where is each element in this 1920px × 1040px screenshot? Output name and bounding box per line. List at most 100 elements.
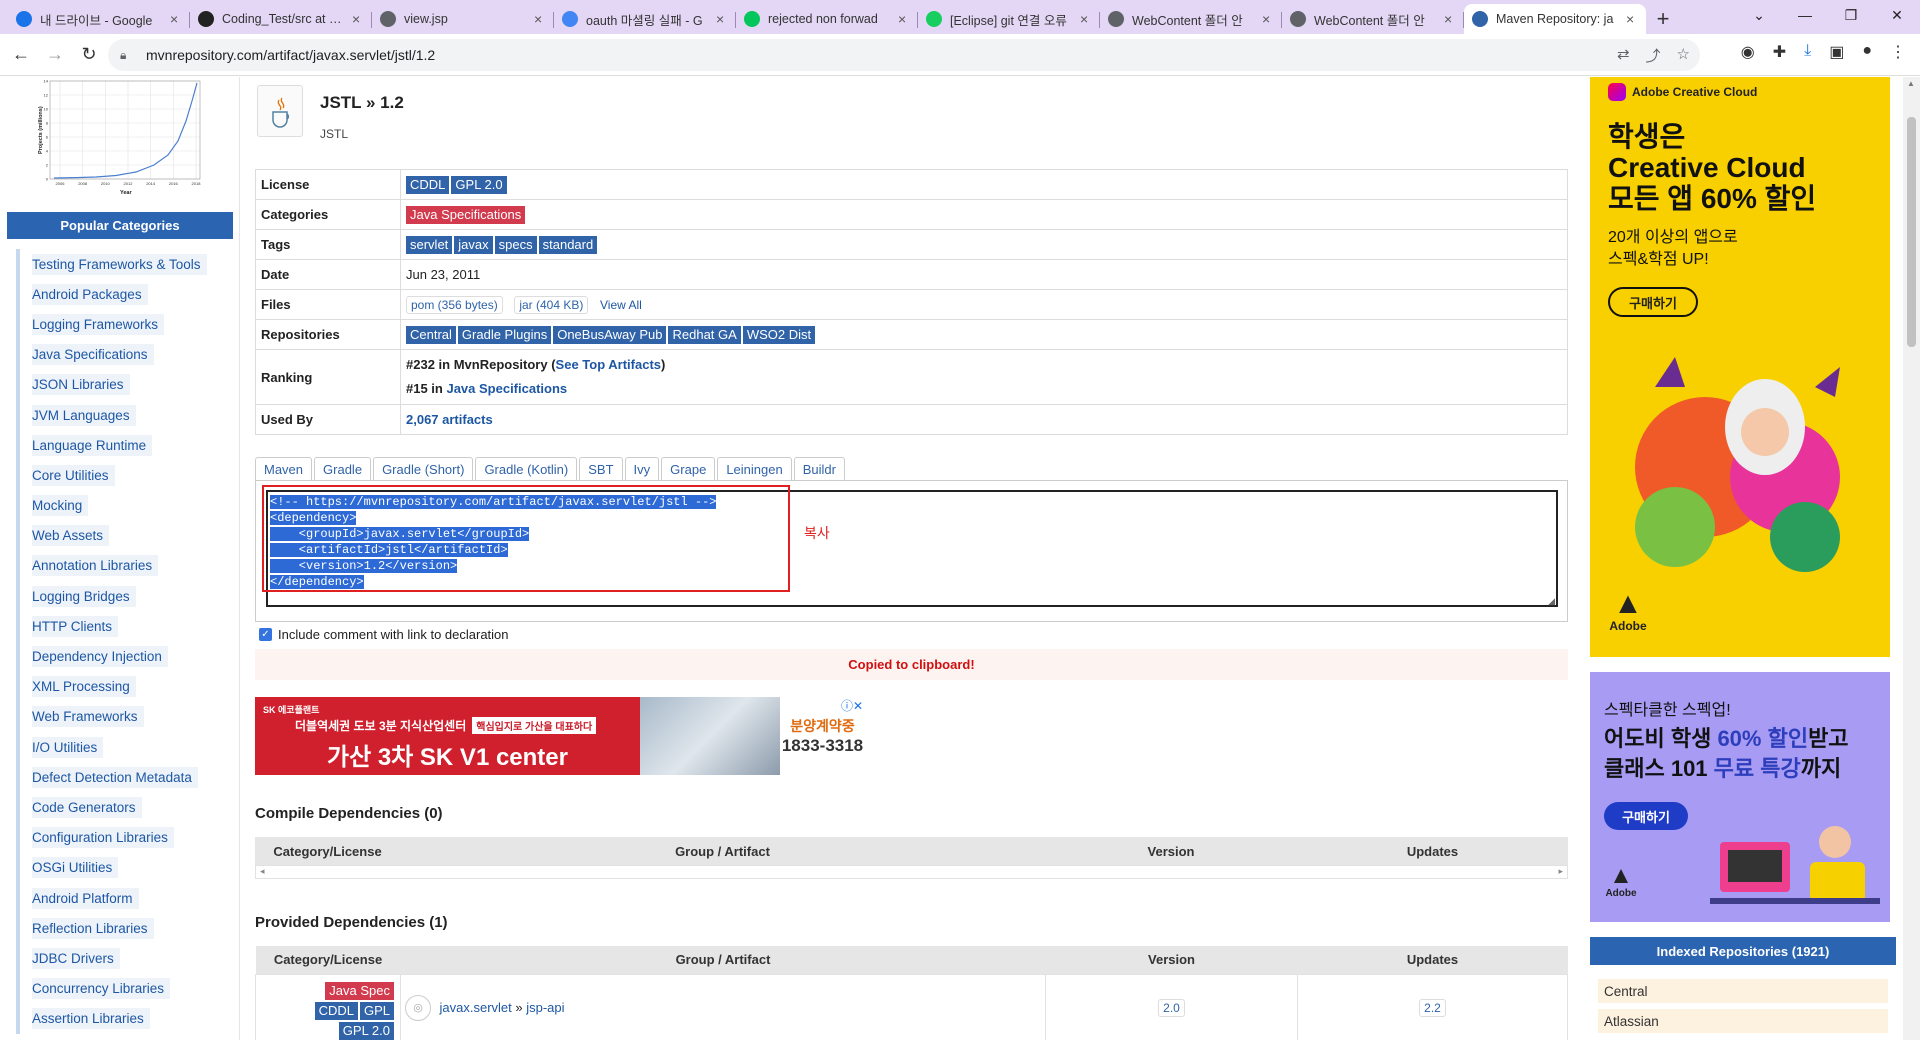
tab-close-icon[interactable]: × [534, 11, 546, 27]
ad2-cta-button[interactable]: 구매하기 [1604, 802, 1688, 830]
browser-tab[interactable]: [Eclipse] git 연결 오류 × [918, 4, 1100, 34]
ad-close-icon[interactable]: ⓘ✕ [840, 697, 863, 714]
browser-tab[interactable]: oauth 마셜링 실패 - G × [554, 4, 736, 34]
build-tab[interactable]: Grape [661, 457, 716, 481]
forward-button[interactable]: → [38, 38, 72, 72]
sidebar-category-item[interactable]: XML Processing [16, 671, 236, 702]
profile-icon[interactable]: ● [1862, 42, 1872, 62]
tab-close-icon[interactable]: × [1444, 11, 1456, 27]
camera-icon[interactable]: ◉ [1741, 42, 1755, 62]
sidebar-category-item[interactable]: Logging Frameworks [16, 309, 236, 340]
sidebar-category-item[interactable]: Concurrency Libraries [16, 973, 236, 1004]
sidebar-category-item[interactable]: Core Utilities [16, 460, 236, 491]
build-tab[interactable]: Leiningen [717, 457, 792, 481]
sidebar-category-item[interactable]: HTTP Clients [16, 611, 236, 642]
repo-item-atlassian[interactable]: Atlassian [1598, 1009, 1888, 1033]
browser-tab[interactable]: 내 드라이브 - Google × [8, 4, 190, 34]
build-tab[interactable]: Maven [255, 457, 313, 481]
tab-close-icon[interactable]: × [1080, 11, 1092, 27]
jar-file-link[interactable]: jar (404 KB) [514, 295, 589, 314]
tag-badge[interactable]: servlet [406, 235, 453, 254]
see-top-artifacts-link[interactable]: See Top Artifacts [556, 357, 661, 372]
browser-tab[interactable]: WebContent 폴더 안 × [1100, 4, 1282, 34]
sidebar-category-item[interactable]: Mocking [16, 490, 236, 521]
repository-badge[interactable]: OneBusAway Pub [553, 325, 667, 344]
maximize-button[interactable]: ❐ [1828, 0, 1874, 30]
resize-grip-icon[interactable]: ◢ [1548, 596, 1555, 607]
category-badge[interactable]: Java Specifications [406, 205, 526, 224]
include-comment-option[interactable]: ✓ Include comment with link to declarati… [259, 627, 509, 642]
url-field[interactable]: 🔒︎ mvnrepository.com/artifact/javax.serv… [108, 39, 1700, 71]
sidebar-category-item[interactable]: Java Specifications [16, 339, 236, 370]
tab-close-icon[interactable]: × [352, 11, 364, 27]
back-button[interactable]: ← [4, 38, 38, 72]
download-icon[interactable]: ⤓ [1804, 42, 1811, 62]
translate-icon[interactable]: ⇄ [1617, 45, 1630, 66]
sidebar-category-item[interactable]: OSGi Utilities [16, 852, 236, 883]
bookmark-star-icon[interactable]: ☆ [1677, 45, 1690, 66]
provided-group-link[interactable]: javax.servlet [440, 1000, 512, 1015]
new-tab-button[interactable]: + [1646, 4, 1680, 34]
sidebar-category-item[interactable]: Web Assets [16, 520, 236, 551]
repository-badge[interactable]: Central [406, 325, 456, 344]
page-scrollbar[interactable]: ▲ [1903, 77, 1920, 1040]
tag-badge[interactable]: standard [538, 235, 598, 254]
tab-close-icon[interactable]: × [716, 11, 728, 27]
build-tab[interactable]: Ivy [624, 457, 660, 481]
sidebar-category-item[interactable]: Configuration Libraries [16, 822, 236, 853]
provided-license-badge[interactable]: GPL 2.0 [338, 1021, 394, 1040]
tab-close-icon[interactable]: × [1626, 11, 1638, 27]
scrollbar-thumb[interactable] [1907, 117, 1916, 347]
view-all-link[interactable]: View All [600, 298, 642, 312]
license-badge[interactable]: CDDL [406, 175, 450, 194]
sidebar-category-item[interactable]: Assertion Libraries [16, 1003, 236, 1034]
adobe-ad-2[interactable]: 스펙타클한 스펙업! 어도비 학생 60% 할인받고 클래스 101 무료 특강… [1590, 672, 1890, 922]
build-tab[interactable]: Gradle [314, 457, 372, 481]
provided-license-badge[interactable]: CDDL [314, 1001, 358, 1020]
provided-version-link[interactable]: 2.0 [1158, 998, 1185, 1017]
sidebar-category-item[interactable]: Language Runtime [16, 430, 236, 461]
sidebar-category-item[interactable]: Annotation Libraries [16, 550, 236, 582]
sidebar-category-item[interactable]: Web Frameworks [16, 701, 236, 732]
sidebar-category-item[interactable]: Android Platform [16, 882, 236, 914]
sidebar-category-item[interactable]: JDBC Drivers [16, 943, 236, 974]
sidebar-category-item[interactable]: Defect Detection Metadata [16, 762, 236, 793]
tab-close-icon[interactable]: × [1262, 11, 1274, 27]
browser-tab[interactable]: Maven Repository: ja × [1464, 4, 1646, 34]
provided-category-badge[interactable]: Java Spec [325, 981, 394, 1000]
provided-artifact-link[interactable]: jsp-api [526, 1000, 564, 1015]
browser-tab[interactable]: view.jsp × [372, 4, 554, 34]
minimize-button[interactable]: — [1782, 0, 1828, 30]
browser-tab[interactable]: WebContent 폴더 안 × [1282, 4, 1464, 34]
browser-tab[interactable]: Coding_Test/src at cry × [190, 4, 372, 34]
pom-file-link[interactable]: pom (356 bytes) [406, 295, 503, 314]
build-tab[interactable]: Buildr [793, 457, 845, 481]
sidebar-category-item[interactable]: I/O Utilities [16, 732, 236, 763]
sidebar-category-item[interactable]: Reflection Libraries [16, 913, 236, 944]
tab-search-icon[interactable]: ⌄ [1736, 0, 1782, 30]
sidebar-category-item[interactable]: JSON Libraries [16, 369, 236, 400]
tab-close-icon[interactable]: × [170, 11, 182, 27]
sidebar-category-item[interactable]: Dependency Injection [16, 641, 236, 672]
provided-update-link[interactable]: 2.2 [1419, 998, 1446, 1017]
sidebar-category-item[interactable]: JVM Languages [16, 399, 236, 431]
repo-item-central[interactable]: Central [1598, 979, 1888, 1003]
reload-button[interactable]: ↻ [72, 38, 106, 72]
repository-badge[interactable]: Gradle Plugins [457, 325, 552, 344]
ad1-cta-button[interactable]: 구매하기 [1608, 287, 1698, 317]
adobe-ad-1[interactable]: Adobe Creative Cloud 학생은 Creative Cloud … [1590, 77, 1890, 657]
provided-license-badge[interactable]: GPL [359, 1001, 394, 1020]
sidebar-category-item[interactable]: Testing Frameworks & Tools [16, 249, 236, 280]
sidepanel-icon[interactable]: ▣ [1829, 42, 1844, 62]
usedby-link[interactable]: 2,067 artifacts [406, 412, 493, 427]
sk-ad-banner[interactable]: SK 에코플랜트 더블역세권 도보 3분 지식산업센터 핵심입지로 가산을 대표… [255, 697, 865, 775]
share-icon[interactable]: ⤴ [1646, 45, 1661, 66]
menu-icon[interactable]: ⋮ [1890, 42, 1906, 62]
tag-badge[interactable]: specs [494, 235, 537, 254]
tag-badge[interactable]: javax [454, 235, 493, 254]
sidebar-category-item[interactable]: Logging Bridges [16, 581, 236, 612]
browser-tab[interactable]: rejected non forwad × [736, 4, 918, 34]
sidebar-category-item[interactable]: Android Packages [16, 279, 236, 310]
sidebar-category-item[interactable]: Code Generators [16, 792, 236, 823]
tab-close-icon[interactable]: × [898, 11, 910, 27]
